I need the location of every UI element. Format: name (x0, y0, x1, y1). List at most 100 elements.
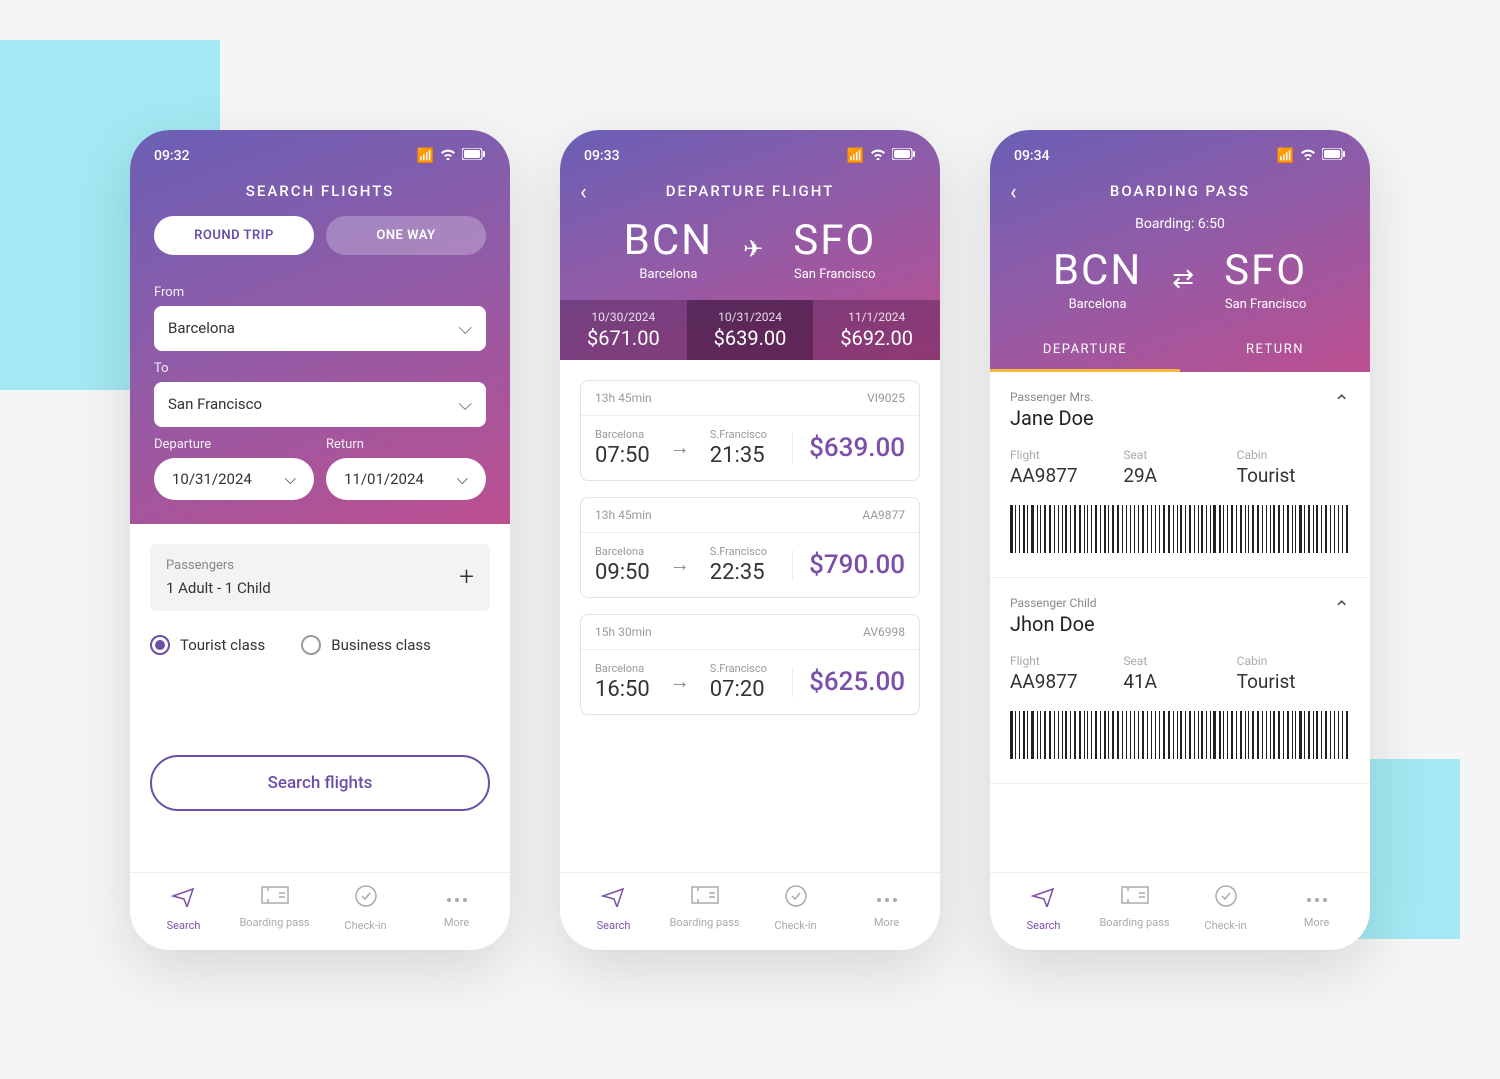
battery-icon (892, 148, 916, 164)
battery-icon (462, 148, 486, 164)
to-code: SFO (1224, 246, 1307, 295)
from-code: BCN (1053, 246, 1142, 295)
arrow-right-icon: → (670, 669, 690, 694)
date-option[interactable]: 10/30/2024$671.00 (560, 300, 687, 360)
arrow-right-icon: → (670, 552, 690, 577)
signal-icon: 📶 (1277, 148, 1294, 164)
status-icons: 📶 (847, 148, 916, 164)
tab-label: Check-in (774, 919, 816, 932)
seat-value: 41A (1123, 670, 1236, 693)
round-trip-toggle[interactable]: ROUND TRIP (154, 216, 314, 255)
add-passenger-icon[interactable]: + (459, 562, 474, 592)
statusbar: 09:34 📶 (990, 130, 1370, 174)
flight-number: AV6998 (863, 625, 905, 639)
tab-check-in[interactable]: Check-in (750, 885, 841, 932)
page-title: SEARCH FLIGHTS (246, 182, 394, 200)
tab-label: Boarding pass (669, 916, 739, 929)
tab-check-in[interactable]: Check-in (320, 885, 411, 932)
tourist-class-radio[interactable]: Tourist class (150, 635, 265, 655)
seat-label: Seat (1123, 448, 1236, 462)
wifi-icon (440, 148, 456, 164)
status-time: 09:32 (154, 148, 190, 164)
battery-icon (1322, 148, 1346, 164)
flight-card[interactable]: 13h 45minVI9025Barcelona07:50→S.Francisc… (580, 380, 920, 481)
tab-check-in[interactable]: Check-in (1180, 885, 1271, 932)
tab-boarding-pass[interactable]: Boarding pass (659, 885, 750, 932)
tab-search[interactable]: Search (138, 885, 229, 932)
passenger-name: Jane Doe (1010, 406, 1094, 430)
chevron-down-icon: ⌵ (285, 470, 296, 488)
return-tab[interactable]: RETURN (1180, 330, 1370, 372)
from-code: BCN (624, 216, 713, 265)
flight-card[interactable]: 15h 30minAV6998Barcelona16:50→S.Francisc… (580, 614, 920, 715)
boarding-pass-icon (261, 885, 289, 910)
date-option-price: $639.00 (687, 326, 814, 350)
date-option-date: 11/1/2024 (813, 310, 940, 324)
search-icon (1031, 885, 1057, 913)
from-value: Barcelona (168, 319, 235, 337)
passenger-label: Passenger Mrs. (1010, 390, 1094, 404)
arr-city: S.Francisco (710, 545, 767, 558)
chevron-up-icon[interactable]: ⌃ (1333, 596, 1350, 620)
passengers-box[interactable]: Passengers 1 Adult - 1 Child + (150, 544, 490, 611)
departure-flight-screen: 09:33 📶 ‹ DEPARTURE FLIGHT BCN Barcelona… (560, 130, 940, 950)
to-code: SFO (793, 216, 876, 265)
arrow-right-icon: → (670, 435, 690, 460)
to-select[interactable]: San Francisco ⌵ (154, 382, 486, 427)
to-label: To (154, 361, 486, 376)
statusbar: 09:33 📶 (560, 130, 940, 174)
from-name: Barcelona (624, 267, 713, 282)
one-way-toggle[interactable]: ONE WAY (326, 216, 486, 255)
return-date-select[interactable]: 11/01/2024 ⌵ (326, 458, 486, 500)
tab-boarding-pass[interactable]: Boarding pass (1089, 885, 1180, 932)
arr-time: 22:35 (710, 560, 767, 585)
passengers-label: Passengers (166, 558, 271, 573)
tab-search[interactable]: Search (568, 885, 659, 932)
tab-label: Search (167, 919, 201, 932)
chevron-down-icon: ⌵ (458, 318, 472, 339)
flight-number: VI9025 (867, 391, 905, 405)
status-icons: 📶 (1277, 148, 1346, 164)
more-icon (875, 885, 899, 910)
search-flights-button[interactable]: Search flights (150, 755, 490, 811)
departure-tab[interactable]: DEPARTURE (990, 330, 1180, 372)
flight-value: AA9877 (1010, 464, 1123, 487)
cabin-label: Cabin (1237, 654, 1350, 668)
date-option[interactable]: 11/1/2024$692.00 (813, 300, 940, 360)
tab-label: More (444, 916, 469, 929)
date-option[interactable]: 10/31/2024$639.00 (687, 300, 814, 360)
business-class-radio[interactable]: Business class (301, 635, 431, 655)
tab-label: More (874, 916, 899, 929)
tab-label: Check-in (344, 919, 386, 932)
check-in-icon (355, 885, 377, 913)
tab-boarding-pass[interactable]: Boarding pass (229, 885, 320, 932)
flight-label: Flight (1010, 654, 1123, 668)
tab-label: Search (1027, 919, 1061, 932)
flight-price: $790.00 (792, 550, 905, 580)
back-button[interactable]: ‹ (1010, 180, 1017, 205)
departure-date-select[interactable]: 10/31/2024 ⌵ (154, 458, 314, 500)
date-price-strip: 10/30/2024$671.0010/31/2024$639.0011/1/2… (560, 300, 940, 360)
arr-time: 21:35 (710, 443, 767, 468)
tab-more[interactable]: More (411, 885, 502, 932)
flight-card[interactable]: 13h 45minAA9877Barcelona09:50→S.Francisc… (580, 497, 920, 598)
barcode (1010, 505, 1350, 553)
more-icon (445, 885, 469, 910)
dep-city: Barcelona (595, 662, 650, 675)
tab-label: Check-in (1204, 919, 1246, 932)
status-time: 09:34 (1014, 148, 1050, 164)
tab-label: More (1304, 916, 1329, 929)
chevron-up-icon[interactable]: ⌃ (1333, 390, 1350, 414)
flight-price: $639.00 (792, 433, 905, 463)
boarding-pass-screen: 09:34 📶 ‹ BOARDING PASS Boarding: 6:50 B… (990, 130, 1370, 950)
tab-more[interactable]: More (841, 885, 932, 932)
page-title: DEPARTURE FLIGHT (666, 182, 835, 200)
tab-search[interactable]: Search (998, 885, 1089, 932)
seat-label: Seat (1123, 654, 1236, 668)
tab-more[interactable]: More (1271, 885, 1362, 932)
from-select[interactable]: Barcelona ⌵ (154, 306, 486, 351)
to-value: San Francisco (168, 395, 262, 413)
check-in-icon (1215, 885, 1237, 913)
back-button[interactable]: ‹ (580, 180, 587, 205)
flight-duration: 15h 30min (595, 625, 652, 639)
